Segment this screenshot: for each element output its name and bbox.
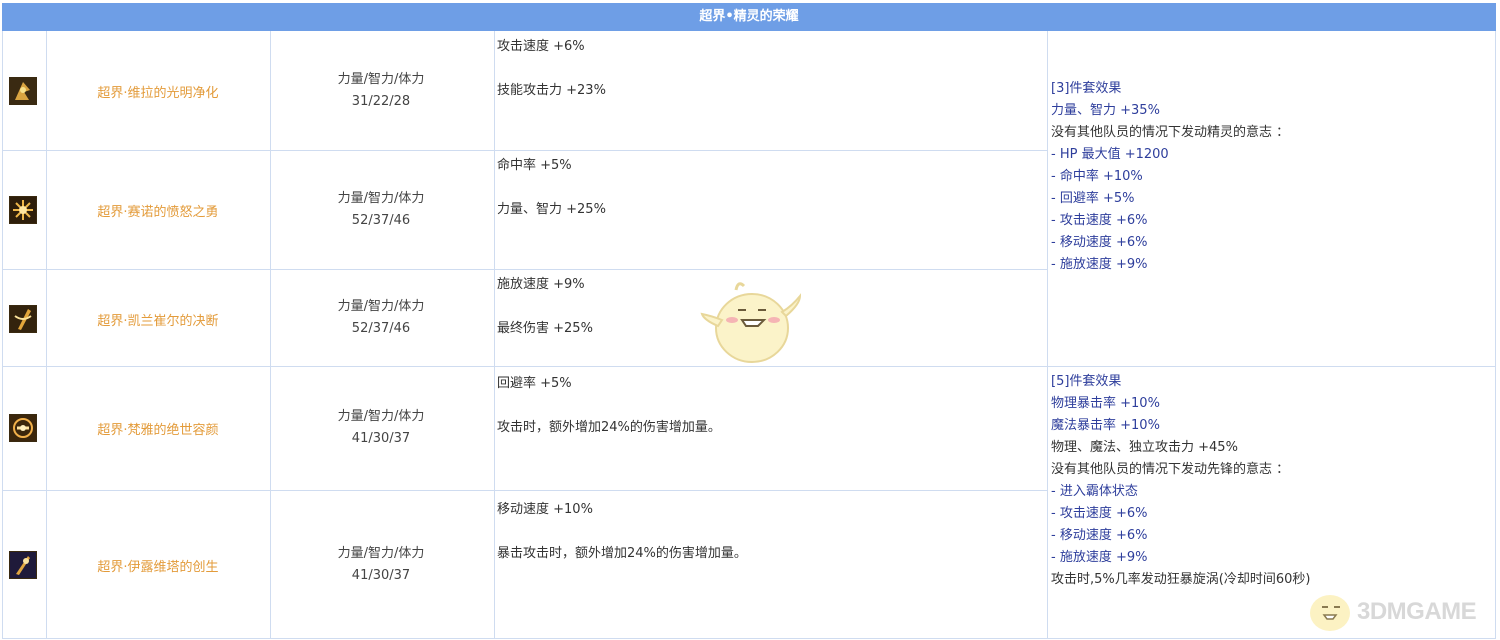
set-line: - 攻击速度 +6% bbox=[1051, 506, 1148, 521]
stat-values: 52/37/46 bbox=[351, 213, 411, 228]
set-line: - 移动速度 +6% bbox=[1051, 528, 1148, 543]
mascot-chick-icon bbox=[700, 282, 802, 363]
stat-values: 31/22/28 bbox=[351, 94, 411, 109]
stat-label: 力量/智力/体力 bbox=[337, 191, 425, 206]
set-line: - 移动速度 +6% bbox=[1051, 235, 1148, 250]
stat-label: 力量/智力/体力 bbox=[337, 72, 425, 87]
set-line: 物理暴击率 +10% bbox=[1051, 396, 1160, 411]
item-name: 超界·伊露维塔的创生 bbox=[97, 560, 219, 575]
set-line: 物理、魔法、独立攻击力 +45% bbox=[1051, 440, 1238, 455]
grid-line bbox=[1047, 31, 1048, 639]
set-line: [3]件套效果 bbox=[1051, 81, 1122, 96]
grid-line bbox=[1495, 31, 1496, 639]
grid-line bbox=[2, 31, 3, 639]
set-line: - HP 最大值 +1200 bbox=[1051, 147, 1169, 162]
stat-values: 41/30/37 bbox=[351, 431, 411, 446]
relic-icon-vira bbox=[9, 77, 37, 105]
stat-values: 52/37/46 bbox=[351, 321, 411, 336]
grid-line bbox=[2, 150, 1047, 151]
set-line: - 攻击速度 +6% bbox=[1051, 213, 1148, 228]
item-name: 超界·梵雅的绝世容颜 bbox=[97, 423, 219, 438]
option-1: 回避率 +5% bbox=[497, 376, 572, 391]
set-line: [5]件套效果 bbox=[1051, 374, 1122, 389]
set-line: 魔法暴击率 +10% bbox=[1051, 418, 1160, 433]
relic-icon-kelan bbox=[9, 305, 37, 333]
option-2: 力量、智力 +25% bbox=[497, 202, 606, 217]
relic-icon-fanya bbox=[9, 414, 37, 442]
item-name: 超界·赛诺的愤怒之勇 bbox=[97, 205, 219, 220]
set-line: 攻击时,5%几率发动狂暴旋涡(冷却时间60秒) bbox=[1051, 572, 1311, 587]
set-line: - 命中率 +10% bbox=[1051, 169, 1143, 184]
stat-values: 41/30/37 bbox=[351, 568, 411, 583]
grid-line bbox=[494, 31, 495, 639]
set-3-effects: [3]件套效果 力量、智力 +35% 没有其他队员的情况下发动精灵的意志 ： -… bbox=[1051, 78, 1289, 276]
watermark-text: 3DMGAME bbox=[1357, 598, 1477, 625]
grid-line bbox=[2, 638, 1496, 639]
grid-line bbox=[2, 269, 1047, 270]
option-2: 暴击攻击时，额外增加24%的伤害增加量。 bbox=[497, 546, 747, 561]
set-line: - 回避率 +5% bbox=[1051, 191, 1135, 206]
set-table: 超界•精灵的荣耀 超界·维拉的光明净化 力量/智力/体力 31/22/28 攻击… bbox=[0, 0, 1500, 640]
relic-icon-seno bbox=[9, 196, 37, 224]
set-5-effects: [5]件套效果 物理暴击率 +10% 魔法暴击率 +10% 物理、魔法、独立攻击… bbox=[1051, 371, 1310, 591]
set-line: 力量、智力 +35% bbox=[1051, 103, 1160, 118]
grid-line bbox=[2, 490, 1047, 491]
set-line: - 施放速度 +9% bbox=[1051, 257, 1148, 272]
item-name: 超界·凯兰崔尔的决断 bbox=[97, 314, 219, 329]
option-2: 技能攻击力 +23% bbox=[497, 83, 606, 98]
relic-icon-yilu bbox=[9, 551, 37, 579]
set-line: - 施放速度 +9% bbox=[1051, 550, 1148, 565]
option-2: 最终伤害 +25% bbox=[497, 321, 593, 336]
option-1: 命中率 +5% bbox=[497, 158, 572, 173]
set-line: - 进入霸体状态 bbox=[1051, 484, 1138, 499]
stat-label: 力量/智力/体力 bbox=[337, 546, 425, 561]
set-line: 没有其他队员的情况下发动先锋的意志 ： bbox=[1051, 462, 1290, 477]
stat-label: 力量/智力/体力 bbox=[337, 299, 425, 314]
option-1: 移动速度 +10% bbox=[497, 502, 593, 517]
option-2: 攻击时，额外增加24%的伤害增加量。 bbox=[497, 420, 721, 435]
option-1: 施放速度 +9% bbox=[497, 277, 585, 292]
stat-label: 力量/智力/体力 bbox=[337, 409, 425, 424]
option-1: 攻击速度 +6% bbox=[497, 39, 585, 54]
item-name: 超界·维拉的光明净化 bbox=[97, 86, 219, 101]
set-line: 没有其他队员的情况下发动精灵的意志 ： bbox=[1051, 125, 1290, 140]
set-title-banner: 超界•精灵的荣耀 bbox=[2, 3, 1496, 31]
grid-line bbox=[46, 31, 47, 639]
